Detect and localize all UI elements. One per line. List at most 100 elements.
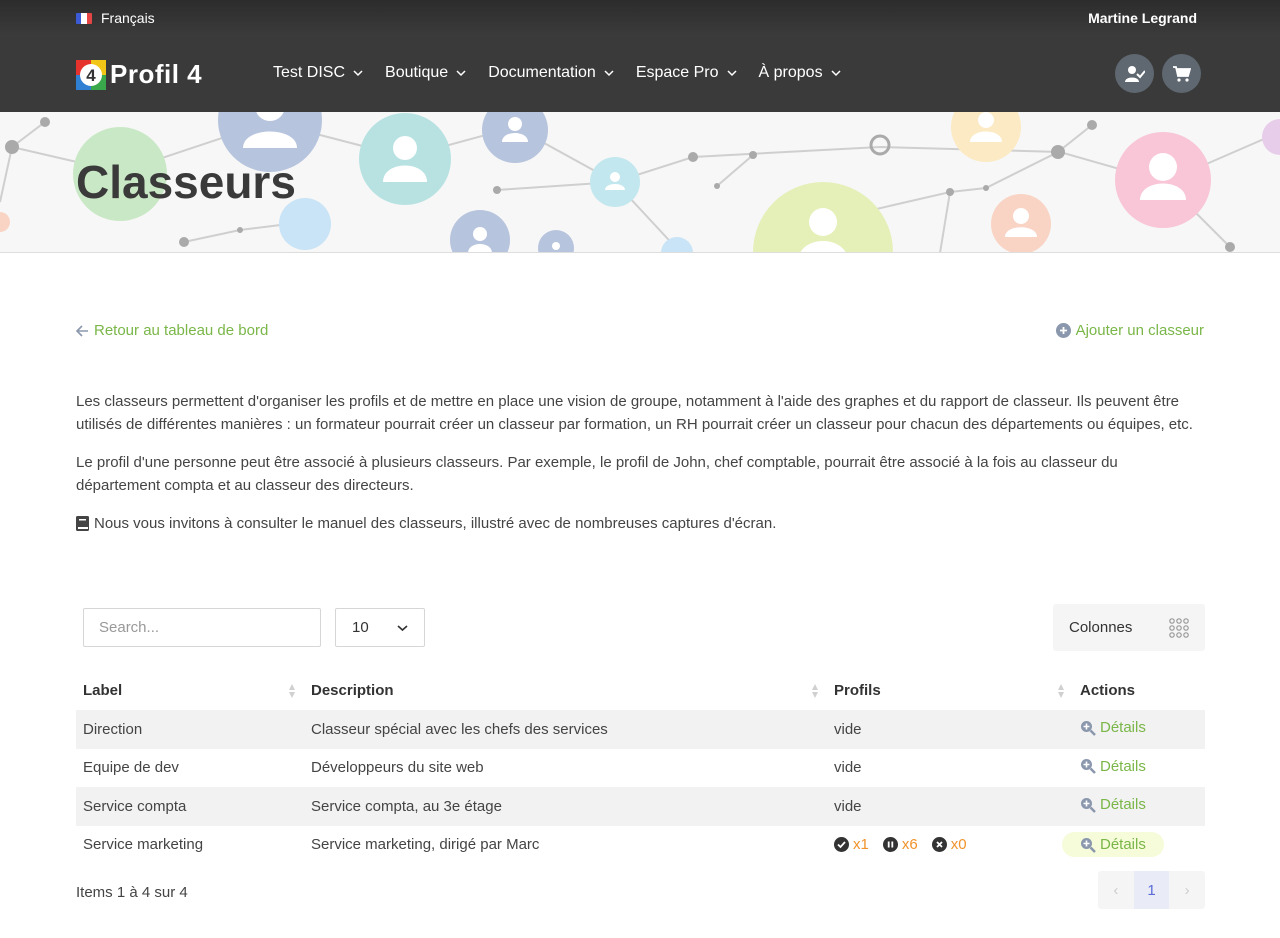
search-input[interactable]	[83, 608, 321, 647]
arrow-left-icon	[76, 324, 88, 337]
status-badge-paused[interactable]: x6	[882, 836, 918, 854]
language-selector[interactable]: Français	[76, 10, 155, 26]
col-header-description[interactable]: Description	[304, 671, 827, 710]
pause-circle-icon	[882, 837, 898, 853]
status-badge-done[interactable]: x1	[834, 836, 869, 853]
logo-icon: 4	[76, 59, 106, 90]
menu-label: Boutique	[385, 64, 449, 81]
details-label: Détails	[1100, 836, 1146, 854]
menu-label: Espace Pro	[635, 64, 719, 81]
details-button[interactable]: Détails	[1080, 796, 1146, 813]
menu-boutique[interactable]: Boutique	[385, 64, 466, 82]
menu-test-disc[interactable]: Test DISC	[273, 64, 363, 82]
magnifier-plus-icon	[1081, 797, 1096, 813]
cart-icon	[1172, 65, 1191, 82]
book-icon	[76, 516, 89, 531]
sort-icon	[289, 684, 295, 698]
badge-count: x6	[901, 836, 918, 854]
add-binder-link[interactable]: Ajouter un classeur	[1055, 322, 1204, 339]
cell-label: Direction	[83, 720, 143, 738]
sort-icon	[812, 684, 818, 698]
details-label: Détails	[1100, 757, 1146, 775]
col-header-label[interactable]: Label	[76, 671, 304, 710]
columns-label: Colonnes	[1069, 619, 1133, 636]
language-label: Français	[101, 10, 155, 26]
check-circle-icon	[834, 837, 849, 853]
french-flag-icon	[76, 12, 92, 24]
menu-a-propos[interactable]: À propos	[759, 64, 841, 82]
badge-count: x0	[950, 836, 967, 854]
status-badge-cancelled[interactable]: x0	[931, 836, 967, 854]
columns-button[interactable]: Colonnes	[1053, 604, 1205, 651]
chevron-down-icon	[456, 70, 466, 77]
pagination: ‹ 1 ›	[1098, 871, 1205, 909]
logo-text: Profil 4	[110, 59, 203, 89]
prev-page-button[interactable]: ‹	[1098, 871, 1134, 909]
table-row: Service compta Service compta, au 3e éta…	[76, 787, 1205, 826]
badge-count: x1	[853, 836, 869, 854]
cell-actions: Détails	[1062, 826, 1205, 865]
cell-description: Service compta, au 3e étage	[311, 797, 502, 815]
next-page-button[interactable]: ›	[1169, 871, 1205, 909]
chevron-down-icon	[831, 70, 841, 77]
sort-icon	[1058, 684, 1064, 698]
details-button[interactable]: Détails	[1080, 758, 1146, 775]
add-link-label: Ajouter un classeur	[1075, 322, 1204, 339]
binders-table: Label Description Profils Actions Direct…	[76, 671, 1205, 864]
header-description-text: Description	[311, 682, 394, 699]
cell-label: Service compta	[83, 797, 187, 815]
cell-label: Equipe de dev	[83, 759, 179, 777]
col-header-profiles[interactable]: Profils	[827, 671, 1073, 710]
col-header-actions: Actions	[1073, 671, 1205, 710]
header-label-text: Label	[83, 682, 123, 699]
plus-circle-icon	[1055, 323, 1071, 338]
grid-dots-icon	[1169, 617, 1189, 638]
details-label: Détails	[1100, 719, 1146, 736]
chevron-down-icon	[397, 624, 408, 631]
menu-label: Test DISC	[273, 64, 346, 81]
details-label: Détails	[1100, 796, 1146, 813]
account-button[interactable]	[1115, 54, 1154, 93]
page-banner: Classeurs	[0, 112, 1280, 253]
menu-documentation[interactable]: Documentation	[488, 64, 614, 82]
main-menu: Test DISC Boutique Documentation Espace …	[273, 64, 841, 82]
cell-label: Service marketing	[83, 836, 204, 854]
details-button[interactable]: Détails	[1062, 832, 1164, 858]
cart-button[interactable]	[1162, 54, 1201, 93]
menu-label: À propos	[758, 64, 823, 81]
cell-profiles: vide	[834, 797, 862, 815]
manual-paragraph: Nous vous invitons à consulter le manuel…	[76, 512, 1204, 535]
profile-status-badges: x1 x6 x0	[834, 836, 1066, 853]
cell-profiles: vide	[834, 720, 862, 738]
cell-actions: Détails	[1073, 749, 1205, 788]
menu-espace-pro[interactable]: Espace Pro	[636, 64, 737, 82]
back-link-label: Retour au tableau de bord	[94, 322, 269, 339]
menu-label: Documentation	[488, 64, 596, 81]
x-circle-icon	[931, 837, 947, 853]
svg-text:4: 4	[86, 66, 96, 85]
cell-description: Classeur spécial avec les chefs des serv…	[311, 720, 608, 738]
magnifier-plus-icon	[1081, 759, 1096, 774]
cell-description: Service marketing, dirigé par Marc	[311, 836, 540, 854]
logo[interactable]: 4 Profil 4	[76, 59, 202, 90]
per-page-value: 10	[352, 619, 369, 636]
cell-actions: Détails	[1073, 787, 1205, 826]
per-page-select[interactable]: 10	[335, 608, 425, 647]
user-name[interactable]: Martine Legrand	[1088, 10, 1197, 26]
manual-text[interactable]: Nous vous invitons à consulter le manuel…	[94, 512, 776, 535]
table-row: Direction Classeur spécial avec les chef…	[76, 710, 1205, 749]
back-to-dashboard-link[interactable]: Retour au tableau de bord	[76, 322, 268, 339]
table-row: Equipe de dev Développeurs du site web v…	[76, 749, 1205, 788]
details-button[interactable]: Détails	[1080, 719, 1146, 736]
top-bar: Français Martine Legrand	[0, 0, 1280, 36]
page-title: Classeurs	[76, 156, 296, 208]
cell-actions: Détails	[1073, 710, 1205, 749]
intro-text: Les classeurs permettent d'organiser les…	[76, 390, 1204, 550]
page-1-button[interactable]: 1	[1133, 871, 1170, 909]
user-check-icon	[1124, 65, 1145, 82]
cell-description: Développeurs du site web	[311, 759, 484, 777]
cell-profiles: x1 x6 x0	[827, 826, 1073, 865]
table-row: Service marketing Service marketing, dir…	[76, 826, 1205, 865]
intro-paragraph-1: Les classeurs permettent d'organiser les…	[76, 393, 1193, 433]
chevron-down-icon	[727, 70, 737, 77]
